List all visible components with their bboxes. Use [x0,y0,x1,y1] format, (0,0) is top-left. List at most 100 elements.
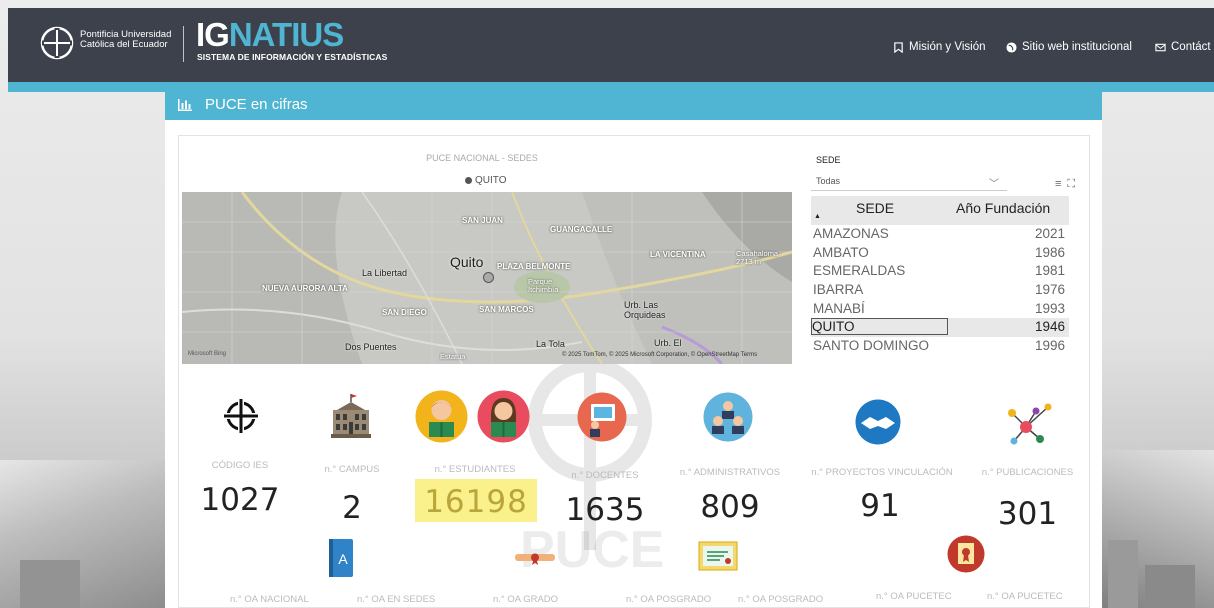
building-icon [331,394,371,438]
oa-label-posgrado-2: n.° OA POSGRADO [738,594,824,605]
oa-label-pucetec: n.° OA PUCETEC [876,591,952,602]
map-label: GUANGACALLE [550,225,613,234]
cell-year: 1986 [1034,244,1065,260]
ignatius-logo[interactable]: IGNATIUS [196,16,344,53]
map-attribution[interactable]: © 2025 TomTom, © 2025 Microsoft Corporat… [562,352,757,358]
header-divider [183,26,184,62]
sede-dropdown-value: Todas [816,176,841,186]
university-name: Pontificia Universidad Católica del Ecua… [80,29,172,50]
kpi-label-campus: n.° CAMPUS [324,464,380,475]
cell-year: 1946 [1034,319,1065,335]
filter-icon[interactable]: ≡ [1055,178,1061,191]
kpi-label-proyectos: n.° PROYECTOS VINCULACIÓN [811,467,953,478]
nav-label: Misión y Visión [909,41,986,53]
bookmark-icon [894,41,903,53]
nav-contacto[interactable]: Contáct [1155,41,1211,53]
oa-label-nacional: n.° OA NACIONAL [230,594,309,605]
kpi-label-codigo-ies: CÓDIGO IES [211,460,269,471]
student-female-icon [477,390,530,443]
brand-ig: IG [196,16,230,53]
chevron-down-icon: ﹀ [989,179,999,190]
column-header-year[interactable]: Año Fundación [956,200,1050,216]
map-label: SAN JUAN [462,216,503,225]
map-label: NUEVA AURORA ALTA [262,284,348,293]
mail-icon [1155,43,1166,51]
table-row[interactable]: SANTO DOMINGO 1996 [811,337,1069,356]
map-label: Estatua [440,352,466,361]
cell-sede: IBARRA [813,282,864,298]
nav-label: Contáct [1171,41,1211,53]
legend-label: QUITO [475,175,507,186]
staff-icon [703,392,753,442]
brand-natius: NATIUS [228,16,344,53]
column-header-sede[interactable]: SEDE [856,200,894,216]
bing-logo: Microsoft Bing [188,351,227,357]
table-row[interactable]: AMBATO 1986 [811,244,1069,263]
globe-icon [1006,41,1017,53]
kpi-value-docentes: 1635 [565,492,645,528]
teacher-board-icon [577,392,627,442]
sort-asc-icon[interactable]: ▲ [814,213,821,220]
student-male-icon [415,390,468,443]
kpi-value-administrativos: 809 [700,489,760,525]
cell-sede: MANABÍ [813,300,865,316]
certificate-icon [698,541,738,571]
map-label: Parque Itchimbía [528,277,559,294]
cell-year: 1981 [1034,263,1065,279]
nav-sitio-web[interactable]: Sitio web institucional [1006,41,1132,53]
diploma-scroll-icon [515,553,555,565]
kpi-label-administrativos: n.° ADMINISTRATIVOS [679,467,781,478]
cell-year: 2021 [1034,226,1065,241]
compass-icon [223,398,259,434]
table-row[interactable]: AMAZONAS 2021 [811,225,1069,244]
table-header: ▲ SEDE Año Fundación [811,196,1069,225]
kpi-value-estudiantes: 16198 [424,484,528,520]
award-icon [947,535,985,573]
background-building [1108,540,1138,608]
cell-year: 1976 [1034,282,1065,298]
map-label: SAN DIEGO [382,308,427,317]
focus-mode-icon[interactable]: ⛶ [1067,178,1075,191]
kpi-label-estudiantes: n.° ESTUDIANTES [434,464,516,475]
table-row-selected[interactable]: QUITO 1946 [811,318,1069,338]
network-icon [1008,403,1052,445]
bar-chart-icon [178,99,192,111]
kpi-value-codigo-ies: 1027 [200,482,280,518]
visual-toolbar: ≡ ⛶ [1055,178,1075,191]
kpi-label-publicaciones: n.° PUBLICACIONES [981,467,1074,478]
cell-sede: QUITO [811,318,948,336]
cell-sede: AMAZONAS [813,226,889,241]
kpi-label-docentes: n.° DOCENTES [571,470,639,481]
map-label: Casahaloma 2713 m [736,249,779,266]
kpi-value-publicaciones: 301 [997,496,1058,532]
cell-sede: AMBATO [813,244,869,260]
panel-title: PUCE en cifras [205,96,308,113]
map-label: La Tola [536,339,565,349]
svg-text:A: A [338,551,348,567]
map-city-label: Quito [450,254,484,270]
book-icon: A [329,539,353,577]
map-title: PUCE NACIONAL - SEDES [426,153,538,163]
nav-mision-vision[interactable]: Misión y Visión [893,41,986,53]
sedes-table: ▲ SEDE Año Fundación AMAZONAS 2021 AMBATO… [811,196,1069,356]
map-label: La Libertad [362,268,408,278]
background-building [1145,565,1195,608]
panel-header: PUCE en cifras [165,90,1102,120]
sede-dropdown[interactable]: Todas ﹀ [811,173,1007,191]
table-row[interactable]: ESMERALDAS 1981 [811,262,1069,281]
map-label: PLAZA BELMONTE [497,262,571,271]
quito-pin-icon[interactable] [483,272,494,283]
handshake-icon [855,399,901,445]
map-label: LA VICENTINA [650,250,706,259]
table-row[interactable]: MANABÍ 1993 [811,300,1069,319]
table-row[interactable]: IBARRA 1976 [811,281,1069,300]
sede-slicer-label: SEDE [816,155,841,165]
map-label: Urb. El [654,338,682,348]
cell-year: 1993 [1034,300,1065,316]
puce-logo-icon[interactable] [40,26,74,60]
legend-dot-icon [465,177,472,184]
sedes-map[interactable]: SAN JUAN GUANGACALLE LA VICENTINA Casaha… [182,192,792,364]
kpi-value-campus: 2 [342,490,362,526]
cell-sede: ESMERALDAS [813,263,906,279]
cell-sede: SANTO DOMINGO [813,338,930,354]
